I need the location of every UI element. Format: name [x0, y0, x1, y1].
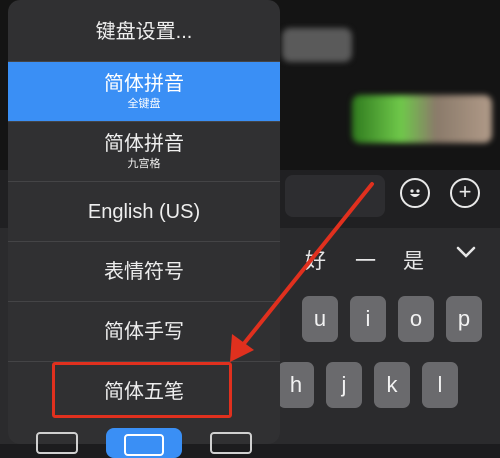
menu-item-label: 键盘设置... [95, 20, 193, 43]
key-h[interactable]: h [278, 362, 314, 408]
menu-item-label: 简体拼音 [104, 73, 184, 95]
plus-button[interactable]: + [450, 178, 480, 208]
menu-item-label: 简体手写 [104, 320, 184, 343]
menu-item-handwriting[interactable]: 简体手写 [8, 302, 280, 362]
candidate-1[interactable]: 好 [305, 245, 326, 275]
menu-item-emoji[interactable]: 表情符号 [8, 242, 280, 302]
chevron-down-icon[interactable] [452, 238, 480, 266]
key-p[interactable]: p [446, 296, 482, 342]
key-j[interactable]: j [326, 362, 362, 408]
highlight-box [52, 362, 232, 418]
blurred-message [282, 28, 352, 62]
message-input[interactable] [285, 175, 385, 217]
menu-item-pinyin-9key[interactable]: 简体拼音 九宫格 [8, 122, 280, 182]
blurred-sticker [352, 95, 492, 143]
smiley-icon [410, 189, 420, 197]
center-keyboard-icon [124, 434, 164, 456]
menu-item-label: English (US) [87, 200, 201, 223]
menu-item-sublabel: 九宫格 [127, 158, 161, 170]
candidate-2[interactable]: 一 [355, 245, 376, 275]
menu-item-english[interactable]: English (US) [8, 182, 280, 242]
menu-item-sublabel: 全键盘 [127, 98, 161, 110]
center-keyboard-selected[interactable] [106, 428, 182, 458]
key-l[interactable]: l [422, 362, 458, 408]
key-i[interactable]: i [350, 296, 386, 342]
menu-item-pinyin-full[interactable]: 简体拼音 全键盘 [8, 62, 280, 122]
menu-item-keyboard-settings[interactable]: 键盘设置... [8, 2, 280, 62]
candidate-3[interactable]: 是 [403, 245, 424, 275]
plus-icon: + [458, 179, 472, 204]
menu-item-label: 简体拼音 [104, 133, 184, 155]
keyboard-layout-options [8, 424, 280, 458]
key-k[interactable]: k [374, 362, 410, 408]
key-u[interactable]: u [302, 296, 338, 342]
key-o[interactable]: o [398, 296, 434, 342]
left-keyboard-icon[interactable] [36, 432, 78, 454]
menu-item-label: 表情符号 [104, 260, 184, 283]
right-keyboard-icon[interactable] [210, 432, 252, 454]
emoji-button[interactable] [400, 178, 430, 208]
